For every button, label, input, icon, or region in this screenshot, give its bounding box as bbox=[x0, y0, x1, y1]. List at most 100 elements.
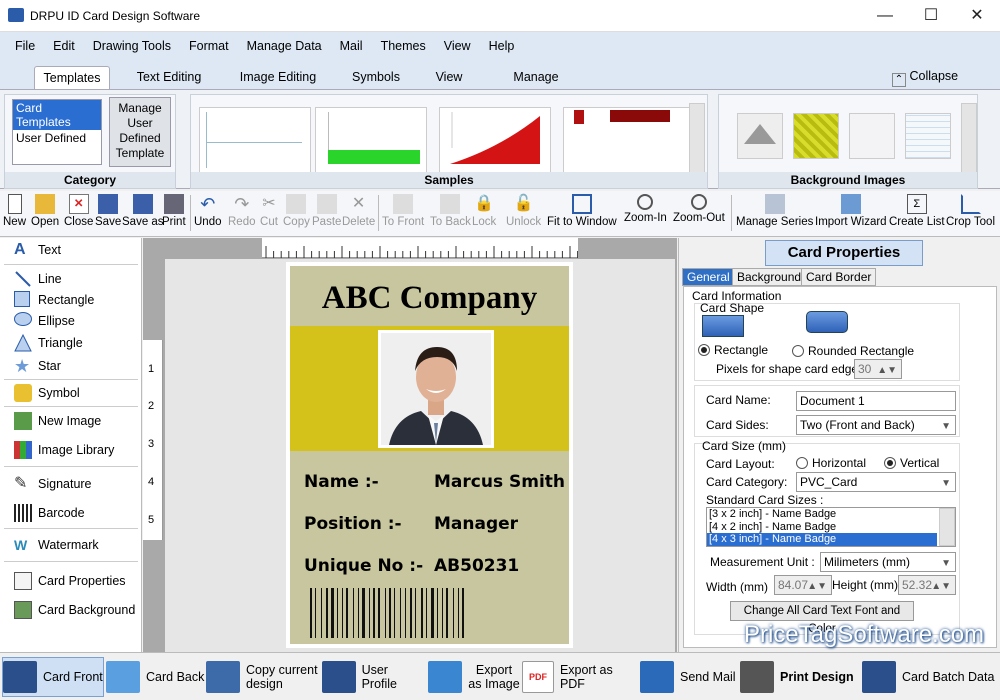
tool-card-background[interactable]: Card Background bbox=[10, 598, 135, 622]
tool-watermark[interactable]: W Watermark bbox=[10, 533, 99, 557]
tool-text[interactable]: A Text bbox=[10, 238, 61, 262]
save-as-button[interactable]: Save as bbox=[122, 194, 164, 228]
to-back-button[interactable]: To Back bbox=[430, 194, 471, 228]
card-category-select[interactable]: PVC_Card ▼ bbox=[796, 472, 956, 492]
close-button[interactable]: ✕ Close bbox=[64, 194, 93, 228]
sample-template-2[interactable] bbox=[315, 107, 427, 173]
tab-background[interactable]: Background bbox=[732, 268, 807, 286]
crop-tool-button[interactable]: Crop Tool bbox=[946, 194, 995, 228]
card-back-button[interactable]: Card Back bbox=[106, 657, 206, 697]
tool-star[interactable]: ★ Star bbox=[10, 354, 61, 378]
card-sides-select[interactable]: Two (Front and Back) ▼ bbox=[796, 415, 956, 435]
export-image-button[interactable]: Export as Image bbox=[428, 657, 520, 697]
menu-manage-data[interactable]: Manage Data bbox=[238, 32, 331, 60]
tab-manage-data[interactable]: Manage Data bbox=[494, 66, 578, 106]
card-name-label[interactable]: Name :- bbox=[304, 472, 379, 492]
category-list[interactable]: Card Templates User Defined bbox=[12, 99, 102, 165]
menu-themes[interactable]: Themes bbox=[372, 32, 435, 60]
card-position-label[interactable]: Position :- bbox=[304, 514, 402, 534]
zoom-out-button[interactable]: Zoom-Out bbox=[673, 194, 725, 224]
tool-ellipse[interactable]: Ellipse bbox=[10, 309, 75, 333]
card-position-value[interactable]: Manager bbox=[434, 514, 518, 534]
copy-current-design-button[interactable]: Copy current design bbox=[206, 657, 320, 697]
fit-to-window-button[interactable]: Fit to Window bbox=[547, 194, 617, 228]
to-front-button[interactable]: To Front bbox=[382, 194, 424, 228]
open-button[interactable]: Open bbox=[31, 194, 59, 228]
manage-series-button[interactable]: Manage Series bbox=[736, 194, 813, 228]
card-name-value[interactable]: Marcus Smith bbox=[434, 472, 565, 492]
redo-button[interactable]: ↷ Redo bbox=[228, 194, 256, 228]
minimize-icon[interactable]: — bbox=[862, 0, 908, 32]
menu-edit[interactable]: Edit bbox=[44, 32, 84, 60]
tool-symbol[interactable]: Symbol bbox=[10, 381, 80, 405]
unlock-button[interactable]: 🔓 Unlock bbox=[506, 194, 541, 228]
list-item[interactable]: [3 x 2 inch] - Name Badge bbox=[707, 508, 955, 521]
shape-rounded-radio[interactable]: Rounded Rectangle bbox=[792, 344, 914, 358]
card-company-name[interactable]: ABC Company bbox=[290, 280, 569, 317]
tab-view[interactable]: View bbox=[428, 66, 470, 90]
create-list-button[interactable]: Σ Create List bbox=[889, 194, 945, 228]
bg-images-scrollbar[interactable] bbox=[961, 103, 977, 179]
layout-vertical-radio[interactable]: Vertical bbox=[884, 456, 939, 470]
category-card-templates[interactable]: Card Templates bbox=[13, 100, 101, 130]
close-window-icon[interactable]: ✕ bbox=[954, 0, 1000, 32]
import-wizard-button[interactable]: Import Wizard bbox=[815, 194, 887, 228]
width-input[interactable]: 84.07 ▲▼ bbox=[774, 575, 832, 595]
lock-button[interactable]: 🔒 Lock bbox=[472, 194, 496, 228]
card-batch-data-button[interactable]: Card Batch Data bbox=[862, 657, 996, 697]
zoom-in-button[interactable]: Zoom-In bbox=[624, 194, 667, 224]
card-unique-value[interactable]: AB50231 bbox=[434, 556, 519, 576]
tab-symbols[interactable]: Symbols bbox=[344, 66, 408, 90]
bg-image-3[interactable] bbox=[849, 113, 895, 159]
user-profile-button[interactable]: User Profile bbox=[322, 657, 426, 697]
tool-image-library[interactable]: Image Library bbox=[10, 438, 114, 462]
paste-button[interactable]: Paste bbox=[312, 194, 341, 228]
delete-button[interactable]: ✕ Delete bbox=[342, 194, 375, 228]
tab-card-border[interactable]: Card Border bbox=[801, 268, 877, 286]
list-item[interactable]: [4 x 3 inch] - Name Badge bbox=[707, 533, 937, 546]
change-font-color-button[interactable]: Change All Card Text Font and Color bbox=[730, 601, 914, 635]
save-button[interactable]: Save bbox=[95, 194, 121, 228]
undo-button[interactable]: ↶ Undo bbox=[194, 194, 222, 228]
id-card[interactable]: ABC Company Name :- Marcus Smith Positio… bbox=[286, 262, 573, 648]
tab-text-editing[interactable]: Text Editing bbox=[128, 66, 210, 90]
bg-image-2[interactable] bbox=[793, 113, 839, 159]
send-mail-button[interactable]: Send Mail bbox=[640, 657, 738, 697]
bg-image-4[interactable] bbox=[905, 113, 951, 159]
tool-signature[interactable]: ✎ Signature bbox=[10, 472, 92, 496]
export-pdf-button[interactable]: PDF Export as PDF bbox=[522, 657, 636, 697]
tab-templates[interactable]: Templates bbox=[34, 66, 110, 90]
manage-user-defined-template-button[interactable]: Manage User Defined Template bbox=[109, 97, 171, 167]
menu-file[interactable]: File bbox=[6, 32, 44, 60]
list-item[interactable]: [4 x 2 inch] - Name Badge bbox=[707, 521, 955, 534]
height-input[interactable]: 52.32 ▲▼ bbox=[898, 575, 956, 595]
cut-button[interactable]: ✂ Cut bbox=[259, 194, 279, 228]
new-button[interactable]: New bbox=[3, 194, 26, 228]
menu-format[interactable]: Format bbox=[180, 32, 238, 60]
card-barcode[interactable] bbox=[308, 588, 551, 640]
menu-drawing-tools[interactable]: Drawing Tools bbox=[84, 32, 180, 60]
collapse-button[interactable]: ⌃ Collapse bbox=[892, 69, 958, 87]
print-button[interactable]: Print bbox=[162, 194, 186, 228]
card-unique-label[interactable]: Unique No :- bbox=[304, 556, 423, 576]
shape-rectangle-radio[interactable]: Rectangle bbox=[698, 343, 768, 357]
samples-scrollbar[interactable] bbox=[689, 103, 705, 179]
menu-view[interactable]: View bbox=[435, 32, 480, 60]
card-front-button[interactable]: Card Front bbox=[2, 657, 104, 697]
tab-general[interactable]: General bbox=[682, 268, 735, 286]
tool-new-image[interactable]: New Image bbox=[10, 409, 101, 433]
copy-button[interactable]: Copy bbox=[283, 194, 310, 228]
menu-mail[interactable]: Mail bbox=[331, 32, 372, 60]
bg-image-1[interactable] bbox=[737, 113, 783, 159]
rectangle-shape-icon[interactable] bbox=[702, 315, 744, 337]
menu-help[interactable]: Help bbox=[480, 32, 524, 60]
standard-sizes-list[interactable]: [3 x 2 inch] - Name Badge [4 x 2 inch] -… bbox=[706, 507, 956, 547]
tool-triangle[interactable]: Triangle bbox=[10, 331, 83, 355]
sizes-scrollbar[interactable] bbox=[939, 508, 955, 546]
tool-card-properties[interactable]: Card Properties bbox=[10, 569, 126, 593]
card-photo[interactable] bbox=[378, 330, 494, 448]
measurement-unit-select[interactable]: Milimeters (mm) ▼ bbox=[820, 552, 956, 572]
tool-barcode[interactable]: Barcode bbox=[10, 501, 85, 525]
card-name-input[interactable]: Document 1 bbox=[796, 391, 956, 411]
sample-template-1[interactable] bbox=[199, 107, 311, 173]
